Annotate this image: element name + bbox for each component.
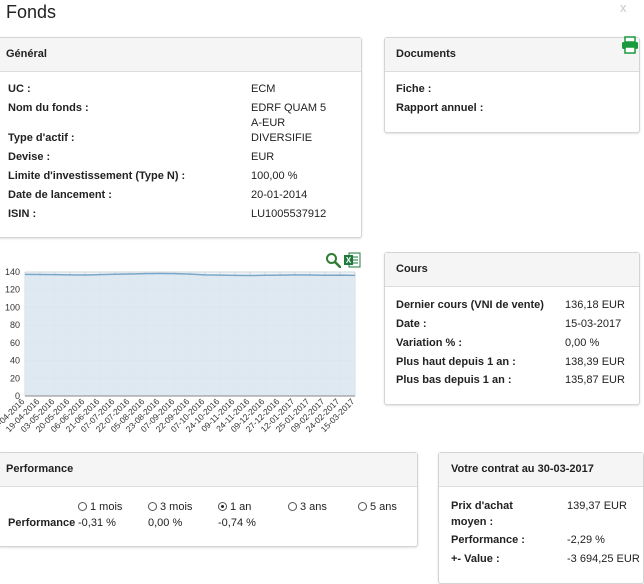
radio-icon[interactable] — [218, 502, 227, 511]
cours-value: 138,39 EUR — [565, 356, 625, 368]
cours-label: Date : — [396, 318, 427, 330]
period-option[interactable]: 3 mois — [148, 501, 192, 513]
printer-icon[interactable] — [621, 36, 639, 54]
cours-value: 0,00 % — [565, 337, 600, 349]
y-tick-label: 20 — [10, 373, 20, 383]
documents-header: Documents — [385, 38, 639, 72]
contrat-panel: Votre contrat au 30-03-2017 Prix d'achat… — [438, 452, 644, 584]
general-value: 100,00 % — [251, 170, 298, 182]
radio-icon[interactable] — [288, 502, 297, 511]
period-option[interactable]: 1 mois — [78, 501, 122, 513]
contrat-value: 139,37 EUR — [567, 500, 627, 512]
cours-label: Plus haut depuis 1 an : — [396, 356, 516, 368]
period-option[interactable]: 3 ans — [288, 501, 327, 513]
contrat-header: Votre contrat au 30-03-2017 — [439, 453, 643, 487]
performance-row-label: Performance — [8, 517, 76, 529]
cours-label: Variation % : — [396, 337, 463, 349]
period-option[interactable]: 5 ans — [358, 501, 397, 513]
contrat-value: -3 694,25 EUR — [567, 553, 640, 565]
cours-value: 136,18 EUR — [565, 299, 625, 311]
y-tick-label: 60 — [10, 338, 20, 348]
general-panel: Général UC : ECM Nom du fonds : EDRF QUAM 5… — [0, 37, 362, 238]
performance-panel: Performance 1 mois -0,31 % 3 mois 0,00 % 1 a… — [0, 452, 418, 547]
period-value: -0,74 % — [218, 517, 256, 529]
general-label: Date de lancement : — [8, 189, 112, 201]
dialog-title: Fonds — [6, 2, 57, 22]
general-label: UC : — [8, 83, 31, 95]
y-tick-label: 140 — [5, 267, 20, 277]
contrat-label: Prix d'achat — [451, 500, 513, 512]
cours-label: Plus bas depuis 1 an : — [396, 374, 512, 386]
general-label: Nom du fonds : — [8, 102, 89, 114]
general-value: A-EUR — [251, 117, 286, 129]
documents-fiche-label: Fiche : — [396, 83, 432, 95]
radio-icon[interactable] — [358, 502, 367, 511]
general-value: EUR — [251, 151, 275, 163]
period-option[interactable]: 1 an — [218, 501, 251, 513]
cours-panel: Cours Dernier cours (VNI de vente) 136,18… — [384, 252, 640, 405]
general-value: 20-01-2014 — [251, 189, 308, 201]
general-value: LU1005537912 — [251, 208, 327, 220]
documents-panel: Documents Fiche : Rapport annuel : — [384, 37, 640, 133]
y-tick-label: 80 — [10, 320, 20, 330]
general-label: ISIN : — [8, 208, 37, 220]
cours-value: 15-03-2017 — [565, 318, 622, 330]
general-label: Type d'actif : — [8, 132, 75, 144]
cours-header: Cours — [385, 253, 639, 287]
y-tick-label: 40 — [10, 356, 20, 366]
period-label: 5 ans — [370, 501, 397, 513]
series-area — [25, 273, 355, 396]
period-label: 1 an — [230, 501, 252, 513]
performance-header: Performance — [0, 453, 417, 487]
documents-rapport-label: Rapport annuel : — [396, 102, 484, 114]
radio-icon[interactable] — [148, 502, 157, 511]
cours-label: Dernier cours (VNI de vente) — [396, 299, 544, 311]
period-value: -0,31 % — [78, 517, 116, 529]
period-label: 3 mois — [160, 501, 193, 513]
y-tick-label: 120 — [5, 285, 20, 295]
general-label: Limite d'investissement (Type N) : — [8, 170, 186, 182]
contrat-label: Performance : — [451, 534, 525, 546]
y-tick-label: 100 — [5, 302, 20, 312]
period-value: 0,00 % — [148, 517, 183, 529]
general-value: DIVERSIFIE — [251, 132, 313, 144]
contrat-label: moyen : — [451, 516, 494, 528]
general-header: Général — [0, 38, 361, 72]
contrat-value: -2,29 % — [567, 534, 605, 546]
price-chart: 02040608010012014004-04-201619-04-201603… — [0, 267, 357, 434]
contrat-label: +- Value : — [451, 553, 500, 565]
cours-value: 135,87 EUR — [565, 374, 625, 386]
period-label: 1 mois — [90, 501, 123, 513]
general-label: Devise : — [8, 151, 51, 163]
close-icon[interactable]: x — [620, 0, 627, 15]
radio-icon[interactable] — [78, 502, 87, 511]
general-value: ECM — [251, 83, 276, 95]
period-label: 3 ans — [300, 501, 327, 513]
general-value: EDRF QUAM 5 — [251, 102, 327, 114]
